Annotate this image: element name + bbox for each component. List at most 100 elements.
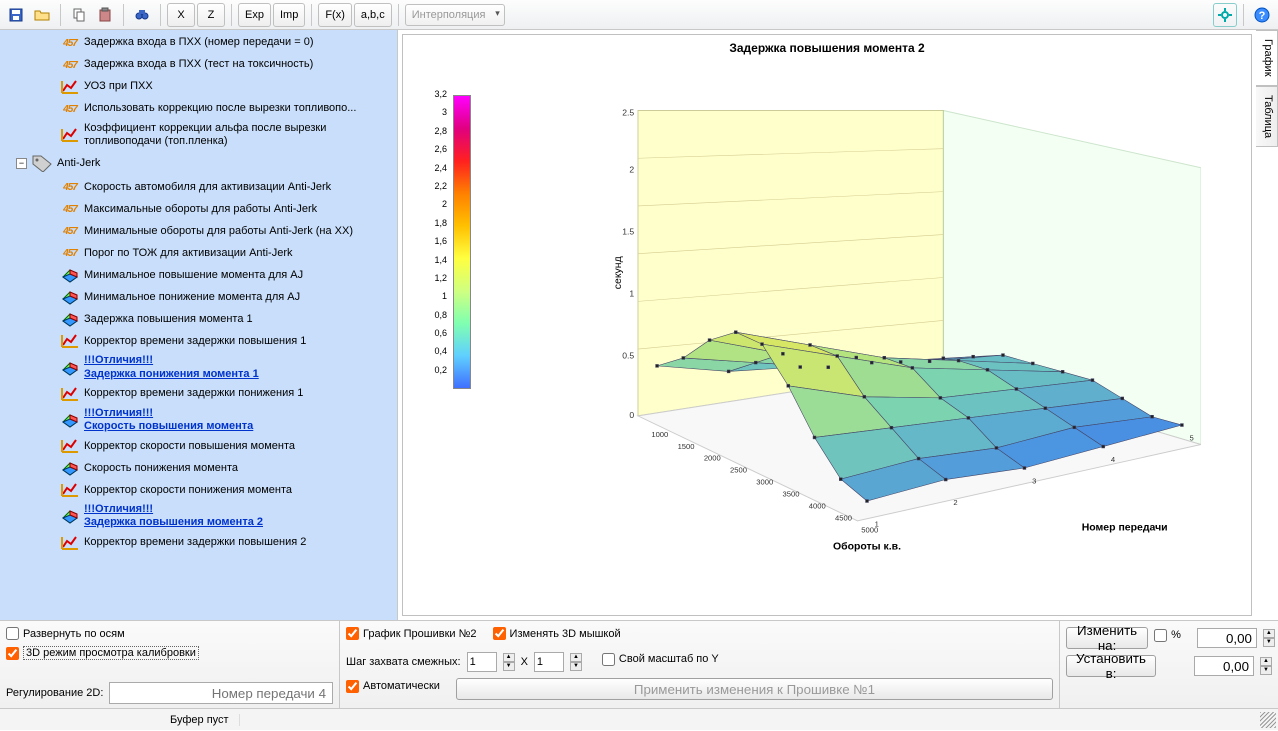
- open-folder-icon[interactable]: [30, 3, 54, 27]
- svg-text:4500: 4500: [835, 513, 852, 522]
- tree-item[interactable]: Корректор времени задержки понижения 1: [0, 383, 397, 405]
- binoculars-icon[interactable]: [130, 3, 154, 27]
- tree-panel: 457Задержка входа в ПХХ (номер передачи …: [0, 30, 398, 620]
- surface3d-icon: [60, 411, 80, 429]
- value-457-icon: 457: [60, 200, 80, 218]
- tree-item-label: Минимальные обороты для работы Anti-Jerk…: [84, 225, 353, 238]
- tree-item[interactable]: 457Использовать коррекцию после вырезки …: [0, 98, 397, 120]
- tab-graph[interactable]: График: [1256, 30, 1278, 86]
- tree-scroll[interactable]: 457Задержка входа в ПХХ (номер передачи …: [0, 30, 397, 620]
- tab-table[interactable]: Таблица: [1256, 86, 1278, 147]
- tree-item[interactable]: Задержка повышения момента 1: [0, 308, 397, 330]
- mouse3d-label: Изменять 3D мышкой: [510, 628, 621, 640]
- resize-grip-icon[interactable]: [1260, 712, 1276, 728]
- axis-z-button[interactable]: Z: [197, 3, 225, 27]
- mode3d-checkbox[interactable]: 3D режим просмотра калибровки: [6, 646, 199, 660]
- side-tabs: График Таблица: [1256, 30, 1278, 620]
- collapse-icon[interactable]: −: [16, 158, 27, 169]
- interpolation-dropdown[interactable]: Интерполяция: [405, 4, 505, 26]
- set-to-button[interactable]: Установить в:: [1066, 655, 1156, 677]
- expand-axes-checkbox[interactable]: Развернуть по осям: [6, 627, 125, 640]
- chart-box[interactable]: Задержка повышения момента 2 3,232,82,62…: [402, 34, 1252, 616]
- surface-3d: 2.5 2 1.5 1 0.5 0 секунд Обороты к.в. Но…: [533, 75, 1201, 585]
- own-scale-checkbox[interactable]: Свой масштаб по Y: [602, 653, 719, 666]
- tree-group-antijerk[interactable]: − Anti-Jerk: [0, 150, 397, 176]
- tree-item[interactable]: Минимальное понижение момента для AJ: [0, 286, 397, 308]
- change-to-spinner[interactable]: ▲▼: [1263, 629, 1275, 647]
- tree-item[interactable]: !!!Отличия!!!Задержка повышения момента …: [0, 501, 397, 531]
- x-axis-label: Обороты к.в.: [833, 540, 901, 552]
- surface3d-icon: [60, 359, 80, 377]
- tree-item-label: Задержка повышения момента 1: [84, 313, 253, 326]
- svg-text:2: 2: [629, 165, 634, 175]
- tree-item[interactable]: !!!Отличия!!!Задержка понижения момента …: [0, 352, 397, 382]
- tree-item-label: Задержка входа в ПХХ (тест на токсичност…: [84, 58, 313, 71]
- percent-checkbox[interactable]: %: [1154, 629, 1181, 642]
- step-y-spinner[interactable]: ▲▼: [570, 653, 582, 671]
- gear-icon[interactable]: [1213, 3, 1237, 27]
- step-x-input[interactable]: 1: [467, 652, 497, 672]
- tree-item[interactable]: УОЗ при ПХХ: [0, 76, 397, 98]
- step-sep: X: [521, 656, 528, 668]
- chart2d-icon: [60, 437, 80, 455]
- step-x-spinner[interactable]: ▲▼: [503, 653, 515, 671]
- tree-item[interactable]: 457Задержка входа в ПХХ (тест на токсичн…: [0, 54, 397, 76]
- tree-item-label: Корректор времени задержки понижения 1: [84, 387, 303, 400]
- svg-text:0: 0: [629, 410, 634, 420]
- tree-item-label: Скорость понижения момента: [84, 462, 238, 475]
- tree-item[interactable]: 457Минимальные обороты для работы Anti-J…: [0, 220, 397, 242]
- fw2-label: График Прошивки №2: [363, 628, 477, 640]
- tree-item[interactable]: 457Порог по ТОЖ для активизации Anti-Jer…: [0, 242, 397, 264]
- svg-text:1500: 1500: [678, 442, 695, 451]
- change-to-value[interactable]: [1197, 628, 1257, 648]
- tree-item-label: Корректор времени задержки повышения 2: [84, 536, 306, 549]
- legend-gradient: [453, 95, 471, 389]
- paste-icon[interactable]: [93, 3, 117, 27]
- axis-x-button[interactable]: X: [167, 3, 195, 27]
- tree-item[interactable]: 457Скорость автомобиля для активизации A…: [0, 176, 397, 198]
- tree-item[interactable]: 457Максимальные обороты для работы Anti-…: [0, 198, 397, 220]
- set-to-spinner[interactable]: ▲▼: [1260, 657, 1272, 675]
- tree-item[interactable]: Корректор времени задержки повышения 2: [0, 532, 397, 554]
- copy-icon[interactable]: [67, 3, 91, 27]
- tree-item-label: Коэффициент коррекции альфа после вырезк…: [84, 122, 393, 148]
- tree-group-label: Anti-Jerk: [57, 157, 100, 170]
- auto-checkbox[interactable]: Автоматически: [346, 680, 440, 693]
- import-button[interactable]: Imp: [273, 3, 305, 27]
- reg2d-input[interactable]: [109, 682, 333, 704]
- tree-item-label: Корректор скорости понижения момента: [84, 484, 292, 497]
- svg-text:3: 3: [1032, 477, 1036, 486]
- tree-item[interactable]: 457Задержка входа в ПХХ (номер передачи …: [0, 32, 397, 54]
- step-y-input[interactable]: 1: [534, 652, 564, 672]
- tree-item[interactable]: Минимальное повышение момента для AJ: [0, 264, 397, 286]
- tree-item-label: Корректор времени задержки повышения 1: [84, 335, 306, 348]
- expand-axes-label: Развернуть по осям: [23, 628, 125, 640]
- help-icon[interactable]: ?: [1250, 3, 1274, 27]
- tree-item-label: Использовать коррекцию после вырезки топ…: [84, 102, 356, 115]
- tree-item[interactable]: Корректор времени задержки повышения 1: [0, 330, 397, 352]
- set-to-value[interactable]: [1194, 656, 1254, 676]
- fx-button[interactable]: F(x): [318, 3, 352, 27]
- fw2-checkbox[interactable]: График Прошивки №2: [346, 627, 477, 640]
- tree-item[interactable]: Корректор скорости повышения момента: [0, 435, 397, 457]
- mouse3d-checkbox[interactable]: Изменять 3D мышкой: [493, 627, 621, 640]
- abc-button[interactable]: a,b,c: [354, 3, 392, 27]
- apply-fw1-button[interactable]: Применить изменения к Прошивке №1: [456, 678, 1053, 700]
- chart2d-icon: [60, 332, 80, 350]
- tree-item[interactable]: !!!Отличия!!!Скорость повышения момента: [0, 405, 397, 435]
- chart2d-icon: [60, 78, 80, 96]
- svg-text:2: 2: [953, 498, 957, 507]
- save-icon[interactable]: [4, 3, 28, 27]
- chart2d-icon: [60, 385, 80, 403]
- value-457-icon: 457: [60, 244, 80, 262]
- tree-item-label: !!!Отличия!!!Задержка понижения момента …: [84, 354, 259, 380]
- tree-item[interactable]: Корректор скорости понижения момента: [0, 479, 397, 501]
- tree-item[interactable]: Скорость понижения момента: [0, 457, 397, 479]
- change-to-button[interactable]: Изменить на:: [1066, 627, 1148, 649]
- tree-item-label: !!!Отличия!!!Задержка повышения момента …: [84, 503, 263, 529]
- svg-text:0.5: 0.5: [622, 351, 634, 361]
- tree-item[interactable]: Коэффициент коррекции альфа после вырезк…: [0, 120, 397, 150]
- chart2d-icon: [60, 534, 80, 552]
- svg-text:2.5: 2.5: [622, 107, 634, 117]
- export-button[interactable]: Exp: [238, 3, 271, 27]
